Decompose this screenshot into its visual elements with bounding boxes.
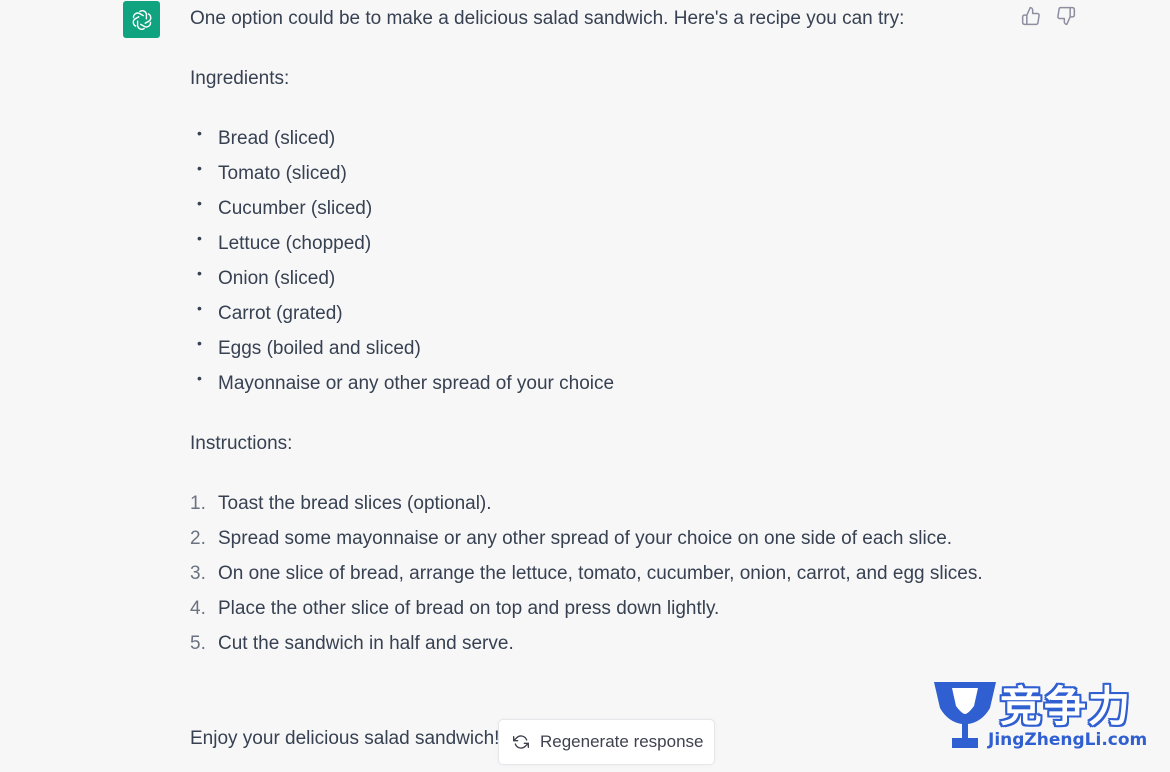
ingredient-item: • Bread (sliced) bbox=[190, 121, 614, 156]
step-text: Spread some mayonnaise or any other spre… bbox=[218, 528, 953, 549]
watermark: 竞争力 JingZhengLi.com bbox=[930, 675, 1150, 755]
ingredient-item: • Onion (sliced) bbox=[190, 261, 614, 296]
regenerate-response-button[interactable]: Regenerate response bbox=[498, 719, 715, 765]
ingredient-item: • Lettuce (chopped) bbox=[190, 226, 614, 261]
ingredient-item: • Eggs (boiled and sliced) bbox=[190, 331, 614, 366]
step-number: 2. bbox=[190, 528, 206, 549]
ingredients-heading: Ingredients: bbox=[190, 68, 290, 89]
step-text: On one slice of bread, arrange the lettu… bbox=[218, 563, 983, 584]
ingredient-item: • Mayonnaise or any other spread of your … bbox=[190, 366, 614, 401]
bullet: • bbox=[197, 230, 202, 246]
assistant-avatar bbox=[123, 1, 160, 38]
instructions-list: 1. Toast the bread slices (optional). 2. Sp… bbox=[190, 486, 1010, 661]
step-text: Place the other slice of bread on top an… bbox=[218, 598, 720, 619]
bullet: • bbox=[197, 300, 202, 316]
instruction-step: 1. Toast the bread slices (optional). bbox=[190, 486, 1010, 521]
bullet: • bbox=[197, 265, 202, 281]
ingredient-text: Mayonnaise or any other spread of your c… bbox=[218, 373, 615, 394]
bullet: • bbox=[197, 335, 202, 351]
instruction-step: 4. Place the other slice of bread on top … bbox=[190, 591, 1010, 626]
ingredient-text: Tomato (sliced) bbox=[218, 163, 347, 184]
thumbs-down-icon bbox=[1057, 6, 1076, 26]
ingredient-text: Cucumber (sliced) bbox=[218, 198, 373, 219]
refresh-icon bbox=[513, 733, 531, 751]
step-number: 1. bbox=[190, 493, 206, 514]
watermark-text: 竞争力 bbox=[1000, 682, 1133, 731]
instructions-heading: Instructions: bbox=[190, 433, 293, 454]
ingredient-item: • Cucumber (sliced) bbox=[190, 191, 614, 226]
instruction-step: 5. Cut the sandwich in half and serve. bbox=[190, 626, 1010, 661]
step-text: Toast the bread slices (optional). bbox=[218, 493, 492, 514]
bullet: • bbox=[197, 125, 202, 141]
ingredient-item: • Tomato (sliced) bbox=[190, 156, 614, 191]
step-text: Cut the sandwich in half and serve. bbox=[218, 633, 514, 654]
bullet: • bbox=[197, 370, 202, 386]
ingredient-item: • Carrot (grated) bbox=[190, 296, 614, 331]
ingredient-text: Lettuce (chopped) bbox=[218, 233, 372, 254]
step-number: 3. bbox=[190, 563, 206, 584]
thumbs-down-button[interactable] bbox=[1055, 5, 1077, 27]
ingredient-text: Eggs (boiled and sliced) bbox=[218, 338, 421, 359]
regenerate-label: Regenerate response bbox=[540, 732, 704, 751]
watermark-url: JingZhengLi.com bbox=[988, 730, 1148, 750]
ingredient-text: Bread (sliced) bbox=[218, 128, 336, 149]
step-number: 4. bbox=[190, 598, 206, 619]
instruction-step: 2. Spread some mayonnaise or any other sp… bbox=[190, 521, 1010, 556]
thumbs-up-icon bbox=[1021, 6, 1040, 26]
instruction-step: 3. On one slice of bread, arrange the let… bbox=[190, 556, 1010, 591]
message-intro: One option could be to make a delicious … bbox=[190, 8, 905, 29]
bullet: • bbox=[197, 195, 202, 211]
ingredient-text: Carrot (grated) bbox=[218, 303, 343, 324]
message-outro: Enjoy your delicious salad sandwich! bbox=[190, 728, 500, 749]
bullet: • bbox=[197, 160, 202, 176]
ingredients-list: • Bread (sliced) • Tomato (sliced) • Cucumber… bbox=[190, 121, 614, 401]
openai-logo-icon bbox=[132, 9, 151, 30]
thumbs-up-button[interactable] bbox=[1020, 5, 1042, 27]
ingredient-text: Onion (sliced) bbox=[218, 268, 336, 289]
step-number: 5. bbox=[190, 633, 206, 654]
